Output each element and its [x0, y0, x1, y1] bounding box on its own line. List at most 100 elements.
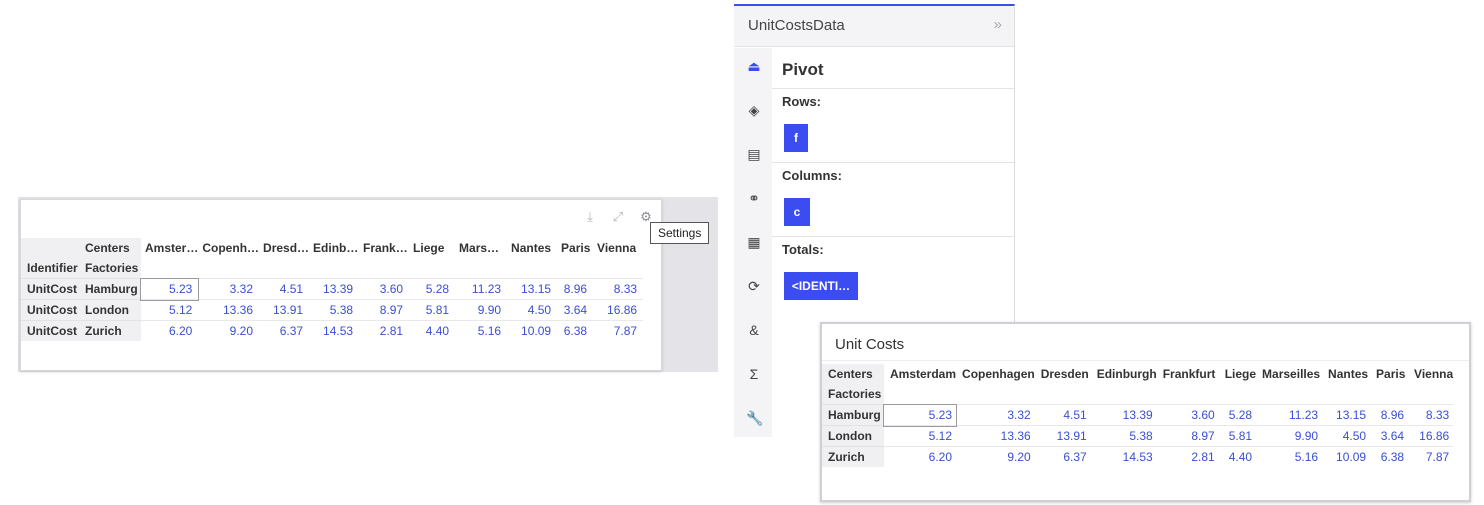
- value-cell[interactable]: 13.39: [309, 278, 360, 300]
- header-spacer: [884, 384, 956, 405]
- column-header[interactable]: Edinburgh: [1091, 364, 1157, 384]
- value-cell[interactable]: 6.20: [884, 446, 957, 467]
- column-header[interactable]: Vienna: [593, 238, 643, 258]
- value-cell[interactable]: 13.15: [1322, 404, 1371, 426]
- value-cell[interactable]: 6.37: [1034, 446, 1091, 467]
- column-header[interactable]: Liege: [1219, 364, 1256, 384]
- value-cell[interactable]: 11.23: [1256, 404, 1323, 426]
- column-header[interactable]: Liege: [409, 238, 455, 258]
- value-cell[interactable]: 13.15: [507, 278, 558, 300]
- value-cell[interactable]: 2.81: [1156, 446, 1219, 467]
- value-cell[interactable]: 8.33: [1408, 404, 1454, 426]
- column-header[interactable]: Marseilles: [1256, 364, 1322, 384]
- value-cell[interactable]: 6.38: [1370, 446, 1409, 467]
- column-header[interactable]: Paris: [1370, 364, 1408, 384]
- value-cell[interactable]: 3.64: [557, 299, 594, 321]
- value-cell[interactable]: 16.86: [593, 299, 644, 321]
- value-cell[interactable]: 13.36: [198, 299, 260, 321]
- value-cell[interactable]: 3.60: [359, 278, 410, 300]
- column-header[interactable]: Copenhagen: [956, 364, 1035, 384]
- table-row: Zurich 6.20 9.20 6.37 14.53 2.81 4.40 5.16 10.09…: [822, 446, 1454, 467]
- value-cell[interactable]: 5.16: [455, 320, 508, 341]
- divider: [772, 88, 1014, 89]
- value-cell[interactable]: 6.37: [259, 320, 310, 341]
- value-cell[interactable]: 14.53: [1090, 446, 1157, 467]
- value-cell[interactable]: 11.23: [455, 278, 508, 300]
- value-cell[interactable]: 5.16: [1256, 446, 1323, 467]
- expand-icon[interactable]: ⤢: [611, 210, 625, 224]
- ampersand-icon[interactable]: &: [746, 322, 762, 338]
- value-cell[interactable]: 4.51: [1034, 404, 1091, 426]
- value-cell[interactable]: 5.38: [1090, 425, 1157, 447]
- value-cell[interactable]: 5.81: [409, 299, 456, 321]
- value-cell[interactable]: 13.39: [1090, 404, 1157, 426]
- value-cell[interactable]: 7.87: [1408, 446, 1454, 467]
- value-cell[interactable]: 8.97: [1156, 425, 1219, 447]
- value-cell[interactable]: 8.96: [1370, 404, 1409, 426]
- download-icon[interactable]: ⤓: [583, 210, 597, 224]
- value-cell[interactable]: 9.20: [956, 446, 1035, 467]
- value-cell[interactable]: 5.81: [1218, 425, 1257, 447]
- column-header[interactable]: Frankfurt: [1157, 364, 1219, 384]
- wrench-icon[interactable]: 🔧: [746, 410, 763, 426]
- link-icon[interactable]: ⚭: [746, 190, 762, 206]
- value-cell[interactable]: 7.87: [593, 320, 644, 341]
- column-header[interactable]: Amster…: [141, 238, 198, 258]
- column-header[interactable]: Amsterdam: [884, 364, 956, 384]
- value-cell[interactable]: 3.32: [198, 278, 260, 300]
- value-cell[interactable]: 8.33: [593, 278, 644, 300]
- value-cell[interactable]: 10.09: [1322, 446, 1371, 467]
- value-cell[interactable]: 2.81: [359, 320, 410, 341]
- value-cell[interactable]: 4.51: [259, 278, 310, 300]
- refresh-icon[interactable]: ⟳: [746, 278, 762, 294]
- value-cell[interactable]: 5.12: [141, 299, 199, 321]
- value-cell[interactable]: 4.50: [1322, 425, 1371, 447]
- layers-icon[interactable]: ◈: [746, 102, 762, 118]
- pivot-icon[interactable]: ⏏: [746, 58, 762, 74]
- value-cell[interactable]: 4.50: [507, 299, 558, 321]
- value-cell[interactable]: 16.86: [1408, 425, 1454, 447]
- columns-chip[interactable]: c: [784, 198, 810, 226]
- table-icon[interactable]: ▦: [746, 234, 762, 250]
- column-header[interactable]: Paris: [557, 238, 593, 258]
- column-header[interactable]: Vienna: [1408, 364, 1453, 384]
- totals-chip[interactable]: <IDENTI…: [784, 272, 858, 300]
- header-spacer: [1091, 384, 1157, 405]
- value-cell[interactable]: 5.28: [409, 278, 456, 300]
- value-cell[interactable]: 6.20: [141, 320, 199, 341]
- value-cell[interactable]: 4.40: [1218, 446, 1257, 467]
- value-cell[interactable]: 9.90: [1256, 425, 1323, 447]
- value-cell[interactable]: 8.97: [359, 299, 410, 321]
- column-header[interactable]: Mars…: [455, 238, 507, 258]
- column-header[interactable]: Dresden: [1035, 364, 1091, 384]
- value-cell[interactable]: 5.12: [884, 425, 957, 447]
- value-cell[interactable]: 13.91: [1034, 425, 1091, 447]
- column-header[interactable]: Frank…: [359, 238, 409, 258]
- column-header[interactable]: Nantes: [507, 238, 557, 258]
- row-factory: Zurich: [81, 320, 141, 341]
- value-cell[interactable]: 13.36: [956, 425, 1035, 447]
- list-icon[interactable]: ▤: [746, 146, 762, 162]
- value-cell[interactable]: 10.09: [507, 320, 558, 341]
- rows-chip[interactable]: f: [784, 124, 808, 152]
- column-header[interactable]: Edinb…: [309, 238, 359, 258]
- value-cell[interactable]: 5.23: [139, 277, 200, 301]
- value-cell[interactable]: 9.90: [455, 299, 508, 321]
- column-header[interactable]: Copenh…: [198, 238, 259, 258]
- value-cell[interactable]: 8.96: [557, 278, 594, 300]
- column-header[interactable]: Dresd…: [259, 238, 309, 258]
- value-cell[interactable]: 9.20: [198, 320, 260, 341]
- value-cell[interactable]: 4.40: [409, 320, 456, 341]
- value-cell[interactable]: 6.38: [557, 320, 594, 341]
- value-cell[interactable]: 13.91: [259, 299, 310, 321]
- collapse-icon[interactable]: »: [994, 16, 1002, 33]
- sigma-icon[interactable]: Σ: [746, 366, 762, 382]
- value-cell[interactable]: 3.64: [1370, 425, 1409, 447]
- value-cell[interactable]: 5.23: [882, 403, 958, 427]
- column-header[interactable]: Nantes: [1322, 364, 1370, 384]
- value-cell[interactable]: 3.32: [956, 404, 1035, 426]
- value-cell[interactable]: 5.28: [1218, 404, 1257, 426]
- value-cell[interactable]: 5.38: [309, 299, 360, 321]
- value-cell[interactable]: 14.53: [309, 320, 360, 341]
- value-cell[interactable]: 3.60: [1156, 404, 1219, 426]
